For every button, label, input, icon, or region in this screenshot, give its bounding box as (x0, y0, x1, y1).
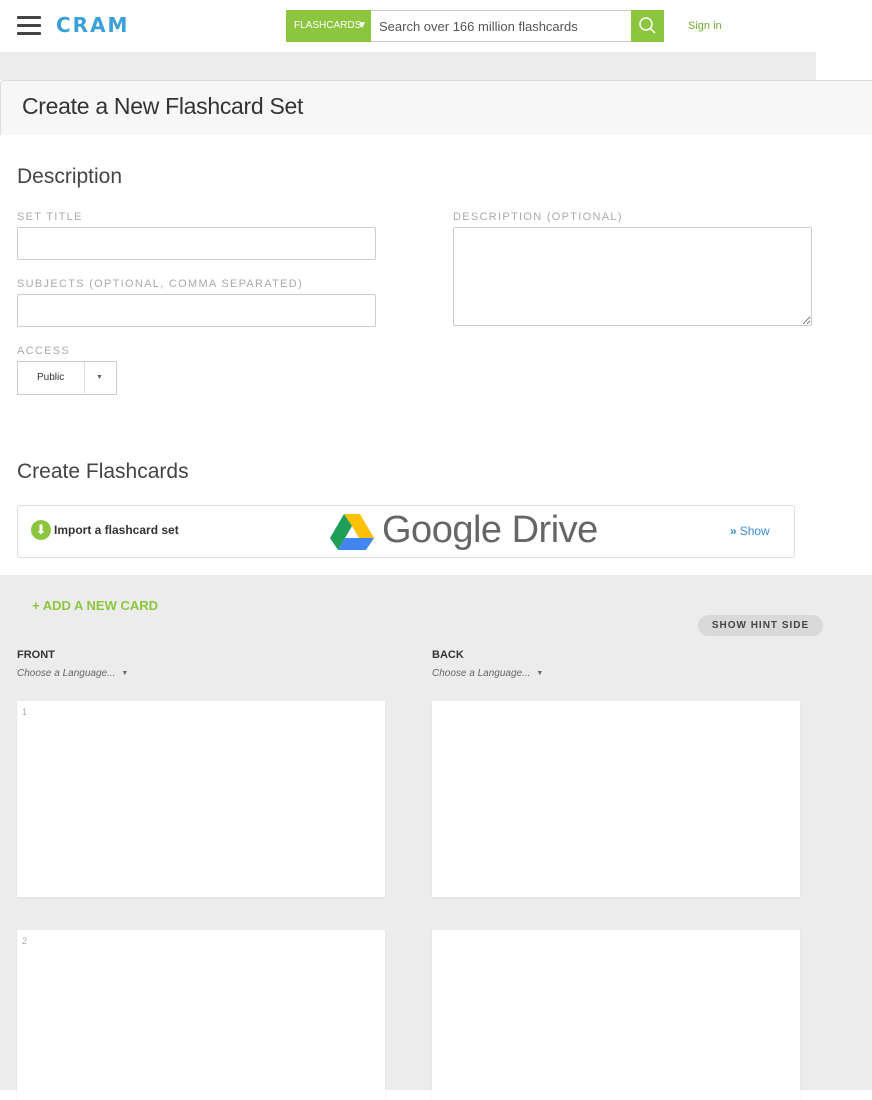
google-drive-logo-icon (330, 514, 374, 550)
caret-down-icon: ▼ (96, 374, 103, 381)
card-front-editor[interactable]: 1 (17, 701, 385, 897)
subjects-label: SUBJECTS (OPTIONAL, COMMA SEPARATED) (17, 278, 303, 290)
page-title: Create a New Flashcard Set (22, 93, 304, 119)
back-language-select[interactable]: Choose a Language... ▼ (432, 668, 543, 679)
front-language-label: Choose a Language... (17, 668, 116, 679)
import-panel: ⬇ Import a flashcard set Google Drive » S… (17, 505, 795, 558)
back-language-label: Choose a Language... (432, 668, 531, 679)
caret-down-icon: ▼ (357, 20, 367, 31)
access-value: Public (37, 372, 65, 383)
show-import-toggle[interactable]: » Show (730, 524, 770, 538)
front-language-select[interactable]: Choose a Language... ▼ (17, 668, 128, 679)
dropdown-divider (84, 362, 85, 394)
create-flashcards-heading: Create Flashcards (17, 460, 189, 483)
search-icon (639, 17, 656, 34)
set-title-label: SET TITLE (17, 211, 83, 223)
search-input[interactable] (371, 10, 631, 42)
import-flashcard-set-link[interactable]: Import a flashcard set (54, 523, 179, 537)
card-number: 1 (22, 707, 28, 717)
card-back-editor[interactable] (432, 930, 800, 1100)
access-label: ACCESS (17, 345, 71, 357)
set-title-input[interactable] (17, 227, 376, 260)
google-drive-wordmark: Google Drive (382, 509, 598, 551)
card-back-editor[interactable] (432, 701, 800, 897)
download-icon: ⬇ (31, 520, 51, 540)
description-heading: Description (17, 165, 123, 188)
access-dropdown[interactable]: Public ▼ (17, 361, 117, 395)
double-chevron-down-icon: » (730, 524, 737, 538)
description-label: DESCRIPTION (OPTIONAL) (453, 211, 623, 223)
subjects-input[interactable] (17, 294, 376, 327)
back-heading: BACK (432, 649, 464, 661)
header-spacer (0, 52, 816, 80)
search-bar: FLASHCARDS ▼ (286, 10, 664, 42)
header-gutter (816, 0, 872, 80)
add-new-card-button[interactable]: + ADD A NEW CARD (32, 598, 158, 613)
top-navigation-bar: CRAM FLASHCARDS ▼ Sign in (0, 0, 816, 52)
show-label: Show (739, 524, 770, 538)
search-category-label: FLASHCARDS (294, 20, 362, 31)
menu-icon[interactable] (17, 16, 41, 36)
search-category-dropdown[interactable]: FLASHCARDS ▼ (286, 10, 371, 42)
caret-down-icon: ▼ (536, 670, 544, 677)
description-textarea[interactable] (453, 227, 812, 326)
caret-down-icon: ▼ (121, 670, 129, 677)
card-number: 2 (22, 936, 28, 946)
sign-in-link[interactable]: Sign in (688, 20, 722, 32)
cards-editor: + ADD A NEW CARD SHOW HINT SIDE FRONT Ch… (0, 575, 872, 1100)
card-front-editor[interactable]: 2 (17, 930, 385, 1100)
front-heading: FRONT (17, 649, 55, 661)
cram-logo[interactable]: CRAM (56, 13, 129, 37)
page-title-bar: Create a New Flashcard Set (0, 80, 872, 135)
show-hint-side-button[interactable]: SHOW HINT SIDE (698, 615, 823, 636)
search-button[interactable] (631, 10, 664, 42)
